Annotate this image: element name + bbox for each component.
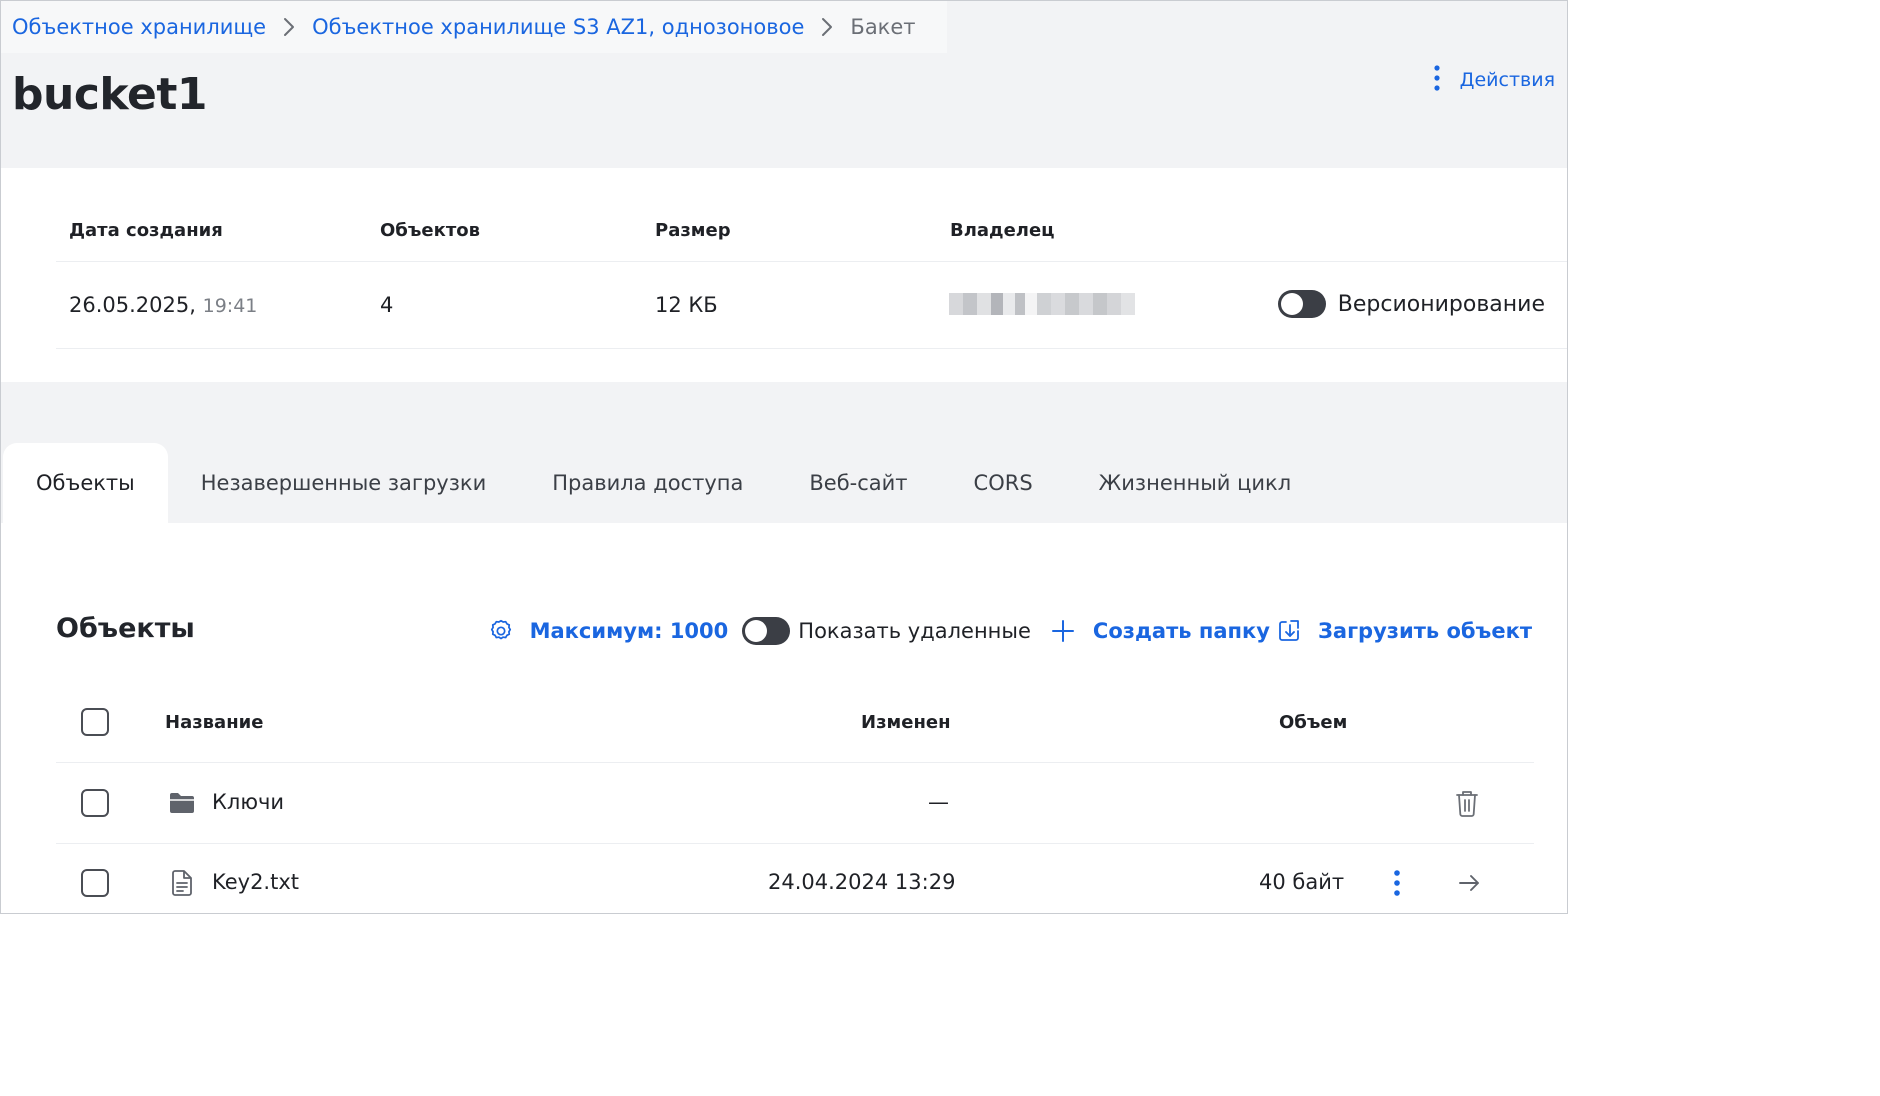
row-size: 40 байт — [1259, 870, 1345, 894]
row-name[interactable]: Ключи — [212, 790, 284, 814]
objects-count-value: 4 — [380, 293, 394, 317]
objects-section-title: Объекты — [56, 613, 195, 644]
show-deleted-label: Показать удаленные — [798, 619, 1031, 643]
divider — [56, 261, 1567, 262]
show-deleted-toggle[interactable] — [742, 617, 791, 645]
row-name[interactable]: Key2.txt — [212, 870, 299, 894]
create-folder-button[interactable]: Создать папку — [1051, 619, 1270, 643]
tab-access-rules[interactable]: Правила доступа — [519, 443, 776, 523]
upload-object-label: Загрузить объект — [1318, 619, 1532, 643]
breadcrumb-item-object-storage[interactable]: Объектное хранилище — [12, 15, 266, 39]
create-folder-label: Создать папку — [1092, 619, 1270, 643]
size-header: Размер — [655, 220, 731, 241]
plus-icon — [1051, 619, 1075, 643]
trash-icon[interactable] — [1453, 788, 1481, 818]
page-title: bucket1 — [12, 69, 207, 120]
select-all-checkbox[interactable] — [81, 708, 109, 736]
objects-toolbar: Максимум: 1000 Показать удаленные Создат… — [488, 613, 1532, 649]
divider — [56, 348, 1567, 349]
column-header-size[interactable]: Объем — [1279, 712, 1347, 733]
breadcrumb-item-s3-az1[interactable]: Объектное хранилище S3 AZ1, однозоновое — [312, 15, 804, 39]
versioning-toggle[interactable] — [1277, 290, 1326, 318]
more-vertical-icon[interactable] — [1385, 868, 1409, 898]
row-checkbox[interactable] — [81, 789, 109, 817]
tab-cors[interactable]: CORS — [941, 443, 1066, 523]
divider — [56, 762, 1534, 763]
owner-header: Владелец — [950, 220, 1055, 241]
folder-icon — [168, 790, 196, 816]
upload-icon — [1278, 619, 1300, 643]
objects-count-header: Объектов — [380, 220, 481, 241]
tab-website[interactable]: Веб-сайт — [776, 443, 940, 523]
breadcrumb-item-bucket: Бакет — [850, 15, 916, 39]
chevron-right-icon — [804, 17, 850, 37]
row-modified: 24.04.2024 13:29 — [768, 870, 956, 894]
max-objects-button[interactable]: Максимум: 1000 — [530, 619, 729, 643]
file-icon — [169, 868, 195, 898]
column-header-modified[interactable]: Изменен — [861, 712, 951, 733]
row-checkbox[interactable] — [81, 869, 109, 897]
tab-bar: Объекты Незавершенные загрузки Правила д… — [3, 443, 1324, 523]
owner-value-redacted — [949, 293, 1135, 317]
breadcrumb: Объектное хранилище Объектное хранилище … — [1, 1, 947, 53]
created-value: 26.05.2025, 19:41 — [69, 293, 257, 317]
versioning-control: Версионирование — [1277, 290, 1545, 318]
actions-label: Действия — [1459, 69, 1555, 91]
row-modified: — — [928, 790, 949, 814]
actions-button[interactable]: Действия — [1434, 65, 1555, 95]
app-window: Объектное хранилище Объектное хранилище … — [0, 0, 1568, 914]
more-vertical-icon — [1434, 65, 1440, 95]
size-value: 12 КБ — [655, 293, 718, 317]
settings-icon[interactable] — [488, 618, 514, 644]
created-date: 26.05.2025, — [69, 293, 196, 317]
created-header: Дата создания — [69, 220, 223, 241]
bucket-info-panel: Дата создания Объектов Размер Владелец 2… — [1, 168, 1567, 382]
page-header: Объектное хранилище Объектное хранилище … — [1, 1, 1567, 168]
tab-lifecycle[interactable]: Жизненный цикл — [1066, 443, 1325, 523]
created-time: 19:41 — [202, 295, 258, 317]
tab-incomplete-uploads[interactable]: Незавершенные загрузки — [168, 443, 519, 523]
tab-objects[interactable]: Объекты — [3, 443, 168, 523]
arrow-right-icon[interactable] — [1456, 871, 1482, 895]
chevron-right-icon — [266, 17, 312, 37]
column-header-name[interactable]: Название — [165, 712, 263, 733]
versioning-label: Версионирование — [1337, 291, 1545, 317]
divider — [56, 843, 1534, 844]
upload-object-button[interactable]: Загрузить объект — [1278, 619, 1532, 643]
